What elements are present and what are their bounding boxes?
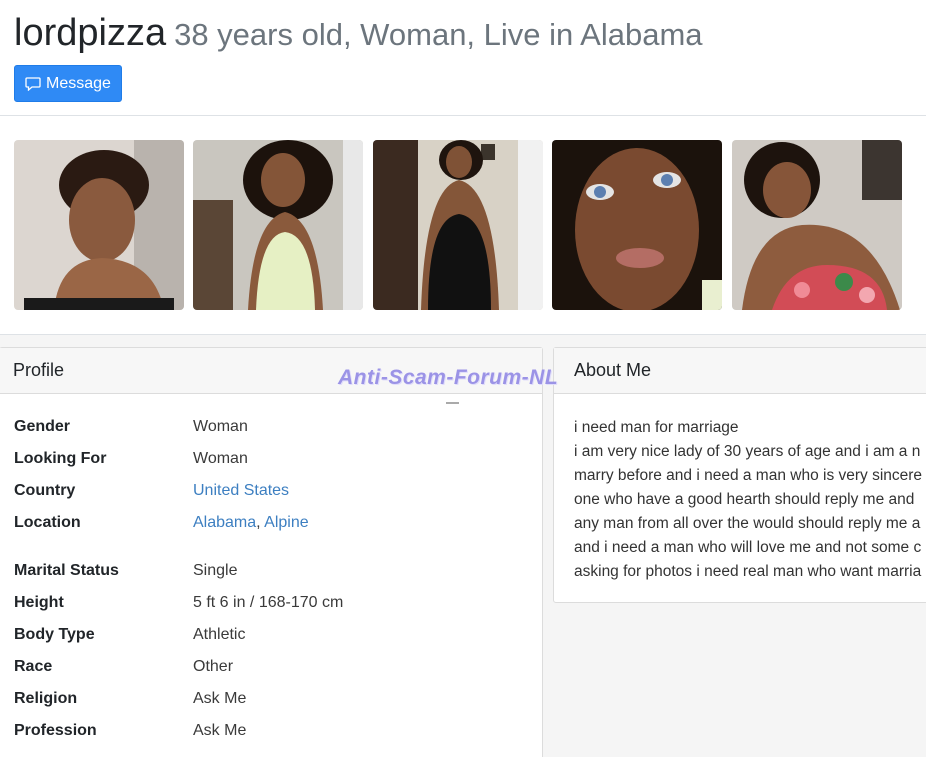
about-line: any man from all over the would should r…	[574, 515, 921, 532]
state-link[interactable]: Alabama	[193, 514, 256, 531]
photo-thumbnail[interactable]	[193, 140, 363, 310]
height-label: Height	[14, 594, 64, 611]
photo-thumbnail[interactable]	[552, 140, 722, 310]
username: lordpizza	[14, 12, 167, 54]
city-link[interactable]: Alpine	[264, 514, 308, 531]
watermark-dash	[446, 402, 459, 404]
photo-thumbnail[interactable]	[373, 140, 543, 310]
gender-label: Gender	[14, 418, 71, 435]
marital-status-value: Single	[193, 562, 238, 579]
chat-bubble-icon	[25, 76, 41, 91]
about-line: marry before and i need a man who is ver…	[574, 467, 923, 484]
race-label: Race	[14, 658, 53, 675]
profile-header: lordpizza 38 years old, Woman, Live in Al…	[14, 12, 703, 55]
watermark: Anti-Scam-Forum-NL	[338, 366, 559, 389]
religion-label: Religion	[14, 690, 78, 707]
location-separator: ,	[256, 514, 265, 531]
height-value: 5 ft 6 in / 168-170 cm	[193, 594, 344, 611]
about-line: and i need a man who will love me and no…	[574, 539, 922, 556]
looking-for-value: Woman	[193, 450, 248, 467]
photo-thumbnail[interactable]	[732, 140, 902, 310]
profile-subtitle: 38 years old, Woman, Live in Alabama	[174, 17, 703, 52]
photo-thumbnail[interactable]	[14, 140, 184, 310]
body-type-value: Athletic	[193, 626, 246, 643]
body-type-label: Body Type	[14, 626, 95, 643]
about-card-title: About Me	[554, 348, 926, 394]
religion-value: Ask Me	[193, 690, 247, 707]
about-line: i need man for marriage	[574, 419, 739, 436]
looking-for-label: Looking For	[14, 450, 107, 467]
message-button[interactable]: Message	[14, 65, 122, 102]
about-line: one who have a good hearth should reply …	[574, 491, 915, 508]
country-link[interactable]: United States	[193, 482, 289, 499]
message-button-label: Message	[46, 74, 111, 92]
profession-label: Profession	[14, 722, 97, 739]
about-line: asking for photos i need real man who wa…	[574, 563, 922, 580]
about-line: i am very nice lady of 30 years of age a…	[574, 443, 921, 460]
country-label: Country	[14, 482, 76, 499]
location-label: Location	[14, 514, 81, 531]
profile-page: lordpizza 38 years old, Woman, Live in Al…	[0, 0, 926, 757]
about-text: i need man for marriage i am very nice l…	[574, 416, 926, 584]
marital-status-label: Marital Status	[14, 562, 119, 579]
divider	[0, 115, 926, 116]
race-value: Other	[193, 658, 234, 675]
gender-value: Woman	[193, 418, 248, 435]
profession-value: Ask Me	[193, 722, 247, 739]
about-card: About Me i need man for marriage i am ve…	[553, 347, 926, 603]
